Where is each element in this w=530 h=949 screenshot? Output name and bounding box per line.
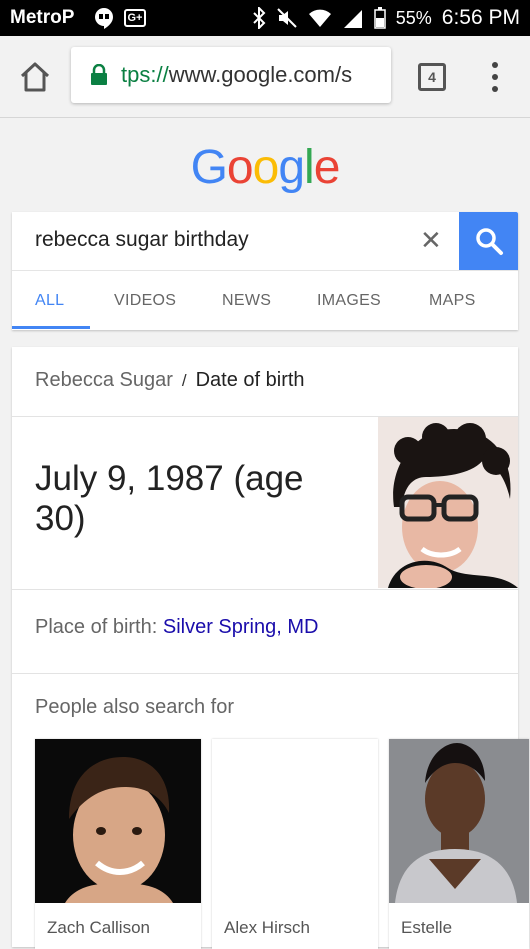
- mute-icon: [276, 7, 298, 29]
- tab-news[interactable]: NEWS: [222, 292, 271, 310]
- person-card[interactable]: Estelle: [389, 739, 529, 949]
- battery-percent: 55%: [395, 7, 432, 28]
- tab-maps[interactable]: MAPS: [429, 292, 476, 310]
- logo-letter: o: [226, 141, 254, 194]
- active-tab-indicator: [12, 326, 90, 329]
- clear-icon[interactable]: ✕: [420, 227, 442, 253]
- lock-icon: [91, 64, 107, 85]
- tab-videos[interactable]: VIDEOS: [114, 292, 176, 310]
- attribute-label: Date of birth: [195, 369, 305, 391]
- person-card[interactable]: Zach Callison: [35, 739, 201, 949]
- url-scheme: tps://: [121, 62, 169, 87]
- knowledge-card: Rebecca Sugar / Date of birth July 9, 1987…: [12, 347, 529, 949]
- place-label: Place of birth:: [35, 616, 158, 638]
- search-tabs: ALL VIDEOS NEWS IMAGES MAPS: [12, 270, 518, 330]
- logo-letter: o: [252, 141, 280, 194]
- tab-all[interactable]: ALL: [35, 292, 64, 310]
- wifi-icon: [308, 8, 332, 28]
- breadcrumb: Rebecca Sugar / Date of birth: [35, 369, 305, 392]
- overflow-menu-icon[interactable]: [490, 62, 500, 92]
- bluetooth-icon: [252, 7, 266, 29]
- search-box: rebecca sugar birthday ✕ ALL VIDEOS NEWS…: [12, 212, 518, 330]
- tab-images[interactable]: IMAGES: [317, 292, 381, 310]
- breadcrumb-separator: /: [181, 371, 187, 390]
- person-name: Alex Hirsch: [224, 918, 310, 937]
- place-link[interactable]: Silver Spring, MD: [163, 616, 319, 638]
- url-text: tps://www.google.com/s: [121, 62, 352, 88]
- battery-icon: [374, 7, 386, 29]
- google-plus-icon: G+: [124, 9, 146, 27]
- logo-letter: l: [304, 141, 315, 194]
- carrier-label: MetroP: [10, 7, 75, 28]
- person-name: Zach Callison: [47, 918, 150, 937]
- clock: 6:56 PM: [441, 6, 520, 29]
- person-photo: [389, 739, 529, 903]
- entity-link[interactable]: Rebecca Sugar: [35, 369, 173, 391]
- logo-letter: G: [190, 141, 228, 194]
- people-also-search-title: People also search for: [35, 696, 235, 718]
- hangouts-icon: [94, 7, 114, 29]
- person-photo: [212, 739, 378, 903]
- search-input[interactable]: rebecca sugar birthday: [35, 228, 249, 252]
- divider: [12, 673, 518, 674]
- logo-letter: e: [313, 141, 341, 194]
- place-of-birth: Place of birth: Silver Spring, MD: [35, 616, 318, 639]
- address-bar[interactable]: tps://www.google.com/s: [71, 47, 391, 103]
- logo-letter: g: [278, 141, 305, 194]
- google-logo: Google: [0, 140, 530, 195]
- answer-text: July 9, 1987 (age 30): [35, 459, 304, 538]
- entity-photo[interactable]: [378, 417, 518, 588]
- home-icon[interactable]: [18, 60, 52, 94]
- search-button[interactable]: [459, 212, 518, 270]
- status-bar: MetroP G+ 55% 6:56 PM: [0, 0, 530, 36]
- person-photo: [35, 739, 201, 903]
- divider: [12, 589, 518, 590]
- tab-switcher-button[interactable]: 4: [418, 63, 446, 91]
- url-host: www.google.com/s: [168, 62, 353, 87]
- person-card[interactable]: Alex Hirsch: [212, 739, 378, 949]
- signal-icon: [342, 8, 364, 28]
- person-name: Estelle: [401, 918, 453, 937]
- browser-toolbar: tps://www.google.com/s 4: [0, 36, 530, 118]
- search-icon: [475, 228, 503, 255]
